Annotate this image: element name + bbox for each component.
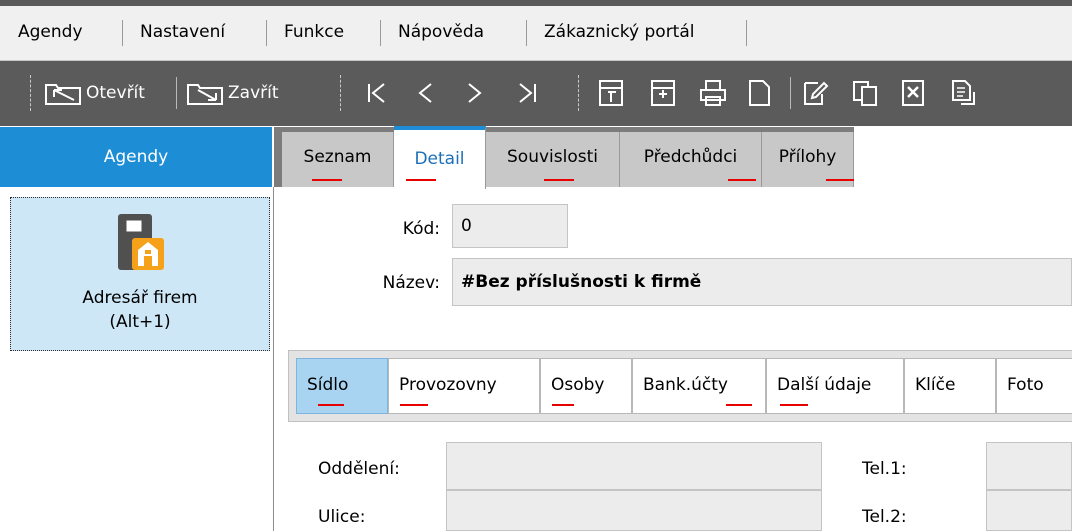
tel2-field[interactable] bbox=[986, 490, 1072, 531]
sidebar-item-shortcut: (Alt+1) bbox=[109, 312, 171, 332]
report-icon[interactable] bbox=[948, 78, 978, 108]
last-record-icon[interactable] bbox=[512, 78, 542, 108]
new-document-icon[interactable] bbox=[744, 78, 774, 108]
kod-field[interactable]: 0 bbox=[452, 204, 568, 248]
open-button[interactable]: Otevřít bbox=[44, 75, 145, 111]
hotkey-underline bbox=[544, 179, 574, 181]
sidebar-item-label: Adresář firem bbox=[82, 288, 198, 308]
next-record-icon[interactable] bbox=[460, 78, 490, 108]
menu-funkce[interactable]: Funkce bbox=[272, 12, 356, 52]
toolbar-separator bbox=[790, 77, 791, 109]
menu-separator bbox=[746, 20, 747, 46]
sidebar-header: Agendy bbox=[0, 127, 272, 187]
menu-agendy[interactable]: Agendy bbox=[6, 12, 95, 52]
address-book-icon bbox=[116, 212, 166, 272]
toolbar-grip bbox=[578, 75, 579, 111]
oddeleni-field[interactable] bbox=[446, 442, 822, 490]
duplicate-icon[interactable] bbox=[850, 78, 880, 108]
nazev-field[interactable]: #Bez příslušnosti k firmě bbox=[452, 258, 1072, 306]
nazev-label: Název: bbox=[382, 273, 440, 293]
close-button[interactable]: Zavřít bbox=[186, 75, 279, 111]
tel2-label: Tel.2: bbox=[862, 507, 907, 527]
toolbar-separator bbox=[176, 77, 177, 109]
kod-label: Kód: bbox=[402, 219, 440, 239]
ulice-label: Ulice: bbox=[318, 507, 366, 527]
hotkey-underline bbox=[552, 404, 574, 406]
hotkey-underline bbox=[400, 404, 428, 406]
hotkey-underline bbox=[726, 404, 752, 406]
print-icon[interactable] bbox=[698, 78, 728, 108]
hotkey-underline bbox=[780, 404, 808, 406]
ulice-field[interactable] bbox=[446, 490, 822, 531]
folder-open-icon bbox=[44, 80, 84, 106]
menu-napoveda[interactable]: Nápověda bbox=[386, 12, 496, 52]
subtab-klice[interactable]: Klíče bbox=[904, 358, 996, 414]
subtab-foto[interactable]: Foto bbox=[996, 358, 1072, 414]
oddeleni-label: Oddělení: bbox=[318, 459, 400, 479]
tel1-field[interactable] bbox=[986, 442, 1072, 490]
toolbar: Otevřít Zavřít bbox=[0, 61, 1072, 126]
toolbar-grip bbox=[30, 75, 31, 111]
open-button-label: Otevřít bbox=[86, 83, 145, 103]
toolbar-grip bbox=[340, 75, 341, 111]
edit-icon[interactable] bbox=[800, 78, 830, 108]
menu-separator bbox=[526, 20, 527, 46]
menu-nastaveni[interactable]: Nastavení bbox=[128, 12, 237, 52]
menu-zakaznicky-portal[interactable]: Zákaznický portál bbox=[532, 12, 707, 52]
delete-icon[interactable] bbox=[898, 78, 928, 108]
prev-record-icon[interactable] bbox=[410, 78, 440, 108]
hotkey-underline bbox=[826, 179, 854, 181]
tel1-label: Tel.1: bbox=[862, 459, 907, 479]
sidebar-item-adresar-firem[interactable]: Adresář firem (Alt+1) bbox=[10, 197, 270, 351]
paste-record-icon[interactable] bbox=[648, 78, 678, 108]
close-button-label: Zavřít bbox=[228, 83, 279, 103]
copy-record-icon[interactable] bbox=[596, 78, 626, 108]
hotkey-underline bbox=[312, 179, 342, 181]
hotkey-underline bbox=[406, 179, 436, 181]
menu-separator bbox=[122, 20, 123, 46]
hotkey-underline bbox=[318, 404, 344, 406]
menu-separator bbox=[266, 20, 267, 46]
folder-close-icon bbox=[186, 80, 226, 106]
menu-bar: Agendy Nastavení Funkce Nápověda Zákazni… bbox=[0, 6, 1072, 61]
menu-separator bbox=[380, 20, 381, 46]
hotkey-underline bbox=[728, 179, 756, 181]
first-record-icon[interactable] bbox=[362, 78, 392, 108]
